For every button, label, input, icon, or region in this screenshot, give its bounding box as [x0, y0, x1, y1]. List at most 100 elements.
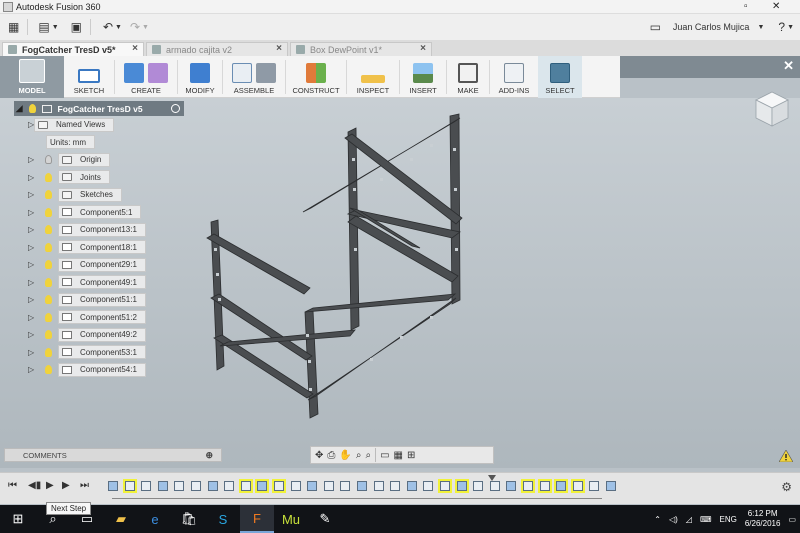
- expand-triangle-icon[interactable]: ▷: [28, 225, 34, 234]
- tab-armado-cajita[interactable]: armado cajita v2 ×: [146, 42, 288, 56]
- expand-triangle-icon[interactable]: ▷: [28, 278, 34, 287]
- visibility-bulb-icon[interactable]: [45, 347, 52, 357]
- close-window-icon[interactable]: ✕: [772, 1, 780, 12]
- browser-tree-row[interactable]: ▷ Sketches: [14, 186, 184, 204]
- keyboard-icon[interactable]: ⌨: [700, 515, 712, 524]
- viewports-icon[interactable]: ⊞: [407, 450, 415, 461]
- timeline-feature-icon[interactable]: [471, 479, 485, 493]
- edge-browser-icon[interactable]: e: [138, 505, 172, 533]
- look-at-icon[interactable]: ⎙: [327, 450, 335, 461]
- file-explorer-icon[interactable]: ▰: [104, 505, 138, 533]
- timeline-feature-icon[interactable]: [604, 479, 618, 493]
- comments-panel[interactable]: COMMENTS ⊕: [4, 448, 222, 462]
- browser-node[interactable]: Component49:2: [58, 327, 146, 342]
- close-icon[interactable]: ×: [276, 43, 282, 54]
- visibility-bulb-icon[interactable]: [45, 295, 52, 305]
- timeline-feature-icon[interactable]: [255, 479, 270, 493]
- help-icon[interactable]: ? ▼: [778, 17, 794, 37]
- timeline-feature-icon[interactable]: [537, 479, 552, 493]
- timeline-feature-icon[interactable]: [305, 479, 319, 493]
- viewcube-icon[interactable]: [752, 88, 792, 128]
- timeline-feature-icon[interactable]: [488, 479, 502, 493]
- timeline-feature-icon[interactable]: [570, 479, 585, 493]
- expand-triangle-icon[interactable]: ▷: [28, 348, 34, 357]
- timeline-feature-icon[interactable]: [122, 479, 137, 493]
- orbit-icon[interactable]: ✥: [315, 450, 323, 461]
- visibility-bulb-icon[interactable]: [45, 225, 52, 235]
- warning-icon[interactable]: [779, 450, 793, 462]
- windows-start-icon[interactable]: ⊞: [0, 505, 36, 533]
- browser-tree-row[interactable]: ▷ Joints: [14, 169, 184, 187]
- tab-box-dewpoint[interactable]: Box DewPoint v1* ×: [290, 42, 432, 56]
- timeline-feature-icon[interactable]: [521, 479, 535, 493]
- browser-node[interactable]: Component13:1: [58, 222, 146, 237]
- last-step-icon[interactable]: ⏭: [80, 480, 89, 491]
- visibility-bulb-icon[interactable]: [45, 330, 52, 340]
- modify-menu[interactable]: MODIFY: [178, 56, 222, 98]
- restore-window-icon[interactable]: ▫: [744, 1, 748, 12]
- browser-tree-row[interactable]: ▷ Component29:1: [14, 256, 184, 274]
- user-menu-caret-icon[interactable]: ▼: [757, 17, 764, 37]
- browser-tree-row[interactable]: ▷ Component13:1: [14, 221, 184, 239]
- volume-icon[interactable]: ◁): [669, 515, 678, 524]
- app-grid-icon[interactable]: ▦: [8, 17, 19, 37]
- browser-tree-row[interactable]: ▷ Component49:2: [14, 326, 184, 344]
- browser-node[interactable]: Sketches: [58, 187, 122, 202]
- zoom-icon[interactable]: ⌕: [356, 450, 362, 461]
- construct-menu[interactable]: CONSTRUCT: [286, 56, 346, 98]
- browser-root-node[interactable]: ◢ FogCatcher TresD v5: [14, 101, 184, 116]
- previous-step-icon[interactable]: ◀▮: [28, 480, 41, 491]
- browser-tree-row[interactable]: ▷ Component54:1: [14, 361, 184, 379]
- visibility-bulb-icon[interactable]: [28, 104, 36, 113]
- timeline-feature-icon[interactable]: [222, 479, 236, 493]
- play-icon[interactable]: ▶: [46, 480, 54, 491]
- show-hidden-icons-icon[interactable]: ⌃: [654, 515, 661, 524]
- skype-icon[interactable]: S: [206, 505, 240, 533]
- timeline-feature-icon[interactable]: [322, 479, 336, 493]
- grid-settings-icon[interactable]: ▦: [394, 450, 403, 461]
- pan-icon[interactable]: ✋: [339, 450, 351, 461]
- visibility-bulb-icon[interactable]: [45, 277, 52, 287]
- paint-app-icon[interactable]: ✎: [308, 505, 342, 533]
- expand-triangle-icon[interactable]: ▷: [28, 208, 34, 217]
- create-menu[interactable]: CREATE: [115, 56, 177, 98]
- timeline-feature-icon[interactable]: [355, 479, 369, 493]
- browser-node[interactable]: Component5:1: [58, 205, 142, 220]
- expand-triangle-icon[interactable]: ▷: [28, 313, 34, 322]
- expand-triangle-icon[interactable]: ▷: [28, 330, 34, 339]
- redo-icon[interactable]: ↷ ▼: [130, 17, 149, 37]
- timeline-feature-icon[interactable]: [421, 479, 435, 493]
- activate-radio-icon[interactable]: [171, 104, 180, 113]
- browser-tree-row[interactable]: ▷ Component5:1: [14, 204, 184, 222]
- browser-tree-row[interactable]: ▷ Named Views: [14, 116, 184, 134]
- timeline-feature-icon[interactable]: [587, 479, 601, 493]
- fusion-360-taskbar-icon[interactable]: F: [240, 505, 274, 533]
- visibility-bulb-icon[interactable]: [45, 260, 52, 270]
- visibility-bulb-icon[interactable]: [45, 190, 52, 200]
- visibility-bulb-icon[interactable]: [45, 242, 52, 252]
- visibility-bulb-icon[interactable]: [45, 155, 52, 165]
- timeline-feature-icon[interactable]: [272, 479, 286, 493]
- timeline-feature-icon[interactable]: [206, 479, 220, 493]
- adobe-muse-icon[interactable]: Mu: [274, 505, 308, 533]
- timeline-feature-icon[interactable]: [106, 479, 120, 493]
- browser-node[interactable]: Component53:1: [58, 345, 146, 360]
- browser-node[interactable]: Named Views: [34, 117, 115, 132]
- expand-triangle-icon[interactable]: ▷: [28, 260, 34, 269]
- timeline-feature-icon[interactable]: [139, 479, 153, 493]
- browser-node[interactable]: Component54:1: [58, 362, 146, 377]
- visibility-bulb-icon[interactable]: [45, 207, 52, 217]
- sketch-menu[interactable]: SKETCH: [64, 56, 114, 98]
- clock[interactable]: 6:12 PM 6/26/2016: [745, 509, 781, 529]
- assemble-menu[interactable]: ASSEMBLE: [223, 56, 285, 98]
- browser-tree-row[interactable]: ▷ Component49:1: [14, 274, 184, 292]
- browser-node[interactable]: Joints: [58, 170, 110, 185]
- first-step-icon[interactable]: ⏮: [8, 480, 17, 491]
- browser-node[interactable]: Origin: [58, 152, 111, 167]
- timeline-feature-icon[interactable]: [438, 479, 452, 493]
- browser-node[interactable]: Units: mm: [46, 135, 95, 150]
- expand-triangle-icon[interactable]: ▷: [28, 173, 34, 182]
- fit-icon[interactable]: ⌕: [365, 450, 371, 461]
- add-comment-icon[interactable]: ⊕: [205, 450, 213, 461]
- expand-triangle-icon[interactable]: ▷: [28, 155, 34, 164]
